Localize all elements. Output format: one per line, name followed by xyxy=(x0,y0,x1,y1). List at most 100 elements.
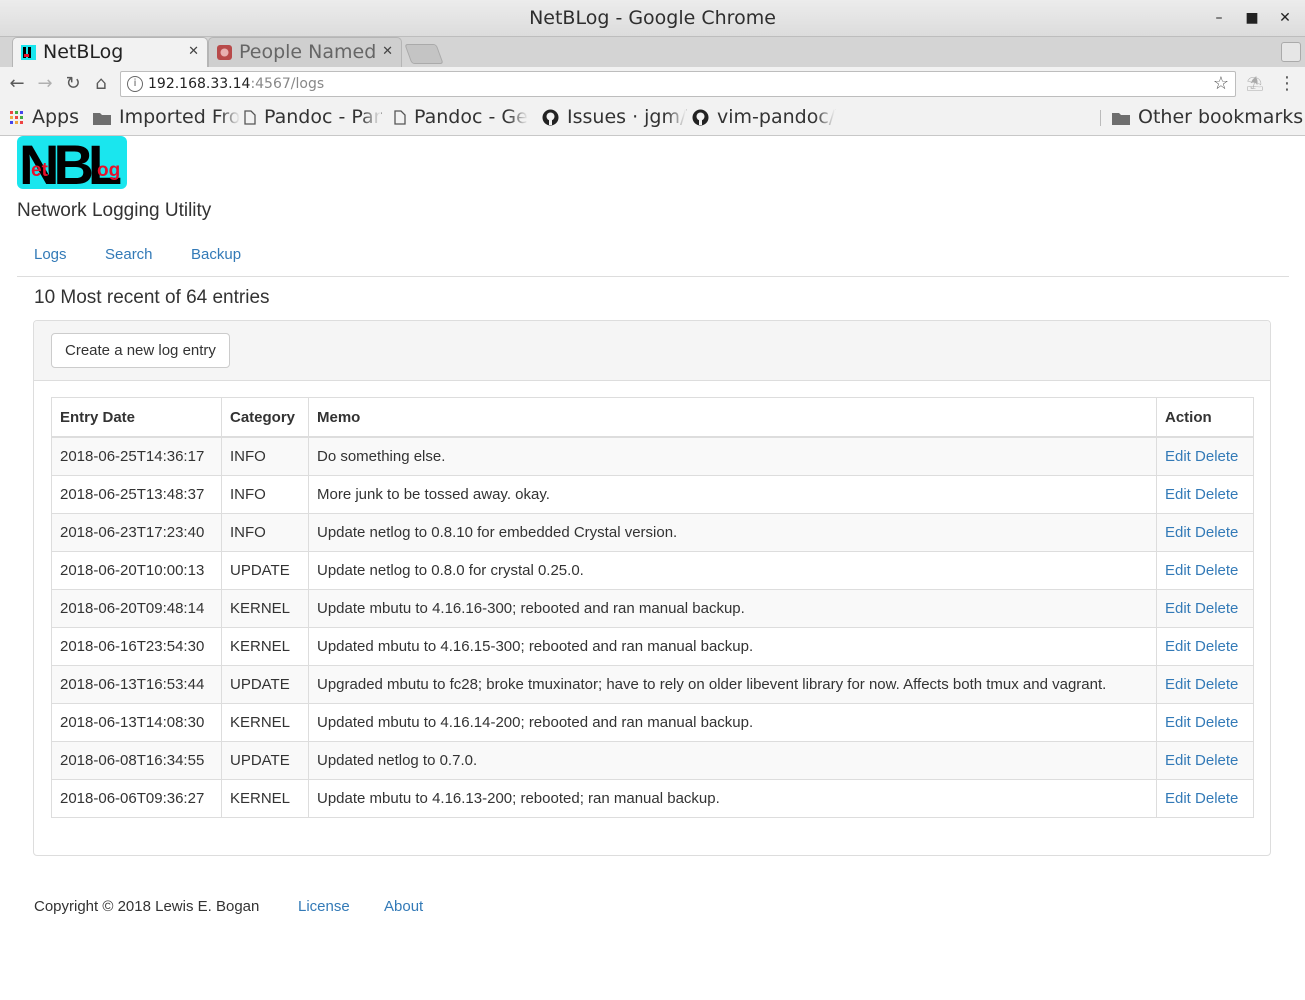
cell-entry-date: 2018-06-06T09:36:27 xyxy=(51,779,222,818)
window-title: NetBLog - Google Chrome xyxy=(529,7,776,29)
footer-about-link[interactable]: About xyxy=(384,898,423,915)
logo-et: et xyxy=(31,160,48,181)
logo-og: og xyxy=(97,160,121,181)
delete-link[interactable]: Delete xyxy=(1195,676,1238,693)
logs-table: Entry Date Category Memo Action 2018-06-… xyxy=(51,397,1254,818)
github-icon xyxy=(692,109,709,126)
close-window-icon[interactable]: ✕ xyxy=(1276,9,1294,27)
cell-action: Edit Delete xyxy=(1156,703,1254,742)
nav-backup[interactable]: Backup xyxy=(191,246,241,263)
cell-action: Edit Delete xyxy=(1156,589,1254,628)
cell-memo: Updated netlog to 0.7.0. xyxy=(308,741,1157,780)
cell-memo: Update mbutu to 4.16.16-300; rebooted an… xyxy=(308,589,1157,628)
bookmark-issues-jgm[interactable]: Issues · jgm/ xyxy=(542,106,687,128)
bookmark-pandoc-par[interactable]: Pandoc - Par xyxy=(244,106,382,128)
apps-grid-icon xyxy=(10,110,23,124)
header-category: Category xyxy=(221,397,309,438)
cell-memo: Updated mbutu to 4.16.14-200; rebooted a… xyxy=(308,703,1157,742)
bookmark-other[interactable]: Other bookmarks xyxy=(1112,106,1303,128)
header-memo: Memo xyxy=(308,397,1157,438)
delete-link[interactable]: Delete xyxy=(1195,600,1238,617)
forward-arrow-icon[interactable]: → xyxy=(34,73,56,95)
table-row: 2018-06-20T10:00:13 UPDATE Update netlog t… xyxy=(51,551,1254,590)
back-arrow-icon[interactable]: ← xyxy=(6,73,28,95)
cell-category: UPDATE xyxy=(221,551,309,590)
bookmark-vim-pandoc[interactable]: vim-pandoc/ xyxy=(692,106,836,128)
nav-logs[interactable]: Logs xyxy=(34,246,67,263)
tab-netblog[interactable]: NetBLog ✕ xyxy=(12,37,208,67)
folder-icon xyxy=(1112,112,1130,125)
bookmark-star-icon[interactable]: ☆ xyxy=(1213,73,1229,94)
edit-link[interactable]: Edit xyxy=(1165,676,1191,693)
delete-link[interactable]: Delete xyxy=(1195,562,1238,579)
edit-link[interactable]: Edit xyxy=(1165,600,1191,617)
edit-link[interactable]: Edit xyxy=(1165,638,1191,655)
close-tab-icon[interactable]: ✕ xyxy=(382,44,393,59)
bookmark-pandoc-ge[interactable]: Pandoc - Ge xyxy=(394,106,528,128)
cell-action: Edit Delete xyxy=(1156,665,1254,704)
cell-entry-date: 2018-06-25T14:36:17 xyxy=(51,436,222,476)
cell-entry-date: 2018-06-13T14:08:30 xyxy=(51,703,222,742)
extension-icon[interactable]: ⛱ xyxy=(1244,73,1266,95)
delete-link[interactable]: Delete xyxy=(1195,524,1238,541)
minimize-icon[interactable]: – xyxy=(1210,9,1228,27)
new-tab-button[interactable] xyxy=(404,44,444,64)
edit-link[interactable]: Edit xyxy=(1165,752,1191,769)
delete-link[interactable]: Delete xyxy=(1195,486,1238,503)
cell-category: INFO xyxy=(221,436,309,476)
chrome-menu-icon[interactable]: ⋮ xyxy=(1276,73,1298,95)
page-icon xyxy=(244,110,256,125)
edit-link[interactable]: Edit xyxy=(1165,524,1191,541)
cell-action: Edit Delete xyxy=(1156,513,1254,552)
footer-license-link[interactable]: License xyxy=(298,898,350,915)
cell-entry-date: 2018-06-20T10:00:13 xyxy=(51,551,222,590)
site-info-icon[interactable]: i xyxy=(127,76,143,92)
browser-toolbar: ← → ↻ ⌂ i 192.168.33.14:4567/logs ☆ ⛱ ⋮ xyxy=(0,67,1305,101)
maximize-icon[interactable]: ■ xyxy=(1243,9,1261,27)
create-log-entry-button[interactable]: Create a new log entry xyxy=(51,333,230,368)
bookmark-imported[interactable]: Imported Fro xyxy=(93,106,241,128)
delete-link[interactable]: Delete xyxy=(1195,638,1238,655)
cell-memo: Update netlog to 0.8.10 for embedded Cry… xyxy=(308,513,1157,552)
header-entry-date: Entry Date xyxy=(51,397,222,438)
delete-link[interactable]: Delete xyxy=(1195,790,1238,807)
folder-icon xyxy=(93,112,111,125)
netblog-logo: NBL et og xyxy=(17,136,127,189)
edit-link[interactable]: Edit xyxy=(1165,562,1191,579)
address-bar[interactable]: i 192.168.33.14:4567/logs ☆ xyxy=(120,71,1236,97)
cell-memo: Update netlog to 0.8.0 for crystal 0.25.… xyxy=(308,551,1157,590)
window-titlebar: NetBLog - Google Chrome – ■ ✕ xyxy=(0,0,1305,37)
reload-icon[interactable]: ↻ xyxy=(62,73,84,95)
close-tab-icon[interactable]: ✕ xyxy=(188,44,199,59)
people-favicon-icon xyxy=(217,45,232,60)
page-icon xyxy=(394,110,406,125)
edit-link[interactable]: Edit xyxy=(1165,486,1191,503)
cell-memo: Do something else. xyxy=(308,436,1157,476)
nav-search[interactable]: Search xyxy=(105,246,153,263)
delete-link[interactable]: Delete xyxy=(1195,752,1238,769)
cell-entry-date: 2018-06-23T17:23:40 xyxy=(51,513,222,552)
cell-category: KERNEL xyxy=(221,703,309,742)
cell-category: KERNEL xyxy=(221,627,309,666)
cell-memo: Upgraded mbutu to fc28; broke tmuxinator… xyxy=(308,665,1157,704)
bookmark-label: Apps xyxy=(32,106,80,128)
tab-people-named[interactable]: People Named ✕ xyxy=(208,37,402,67)
site-subtitle: Network Logging Utility xyxy=(17,200,212,221)
cell-action: Edit Delete xyxy=(1156,436,1254,476)
table-header-row: Entry Date Category Memo Action xyxy=(51,397,1254,438)
edit-link[interactable]: Edit xyxy=(1165,448,1191,465)
edit-link[interactable]: Edit xyxy=(1165,714,1191,731)
home-icon[interactable]: ⌂ xyxy=(90,73,112,95)
delete-link[interactable]: Delete xyxy=(1195,714,1238,731)
profile-icon[interactable] xyxy=(1281,42,1301,62)
edit-link[interactable]: Edit xyxy=(1165,790,1191,807)
header-action: Action xyxy=(1156,397,1254,438)
tab-label: NetBLog xyxy=(43,41,124,63)
table-row: 2018-06-13T16:53:44 UPDATE Upgraded mbutu … xyxy=(51,665,1254,704)
cell-memo: Update mbutu to 4.16.13-200; rebooted; r… xyxy=(308,779,1157,818)
delete-link[interactable]: Delete xyxy=(1195,448,1238,465)
bookmark-apps[interactable]: Apps xyxy=(10,106,79,128)
cell-action: Edit Delete xyxy=(1156,551,1254,590)
cell-action: Edit Delete xyxy=(1156,627,1254,666)
cell-memo: Updated mbutu to 4.16.15-300; rebooted a… xyxy=(308,627,1157,666)
